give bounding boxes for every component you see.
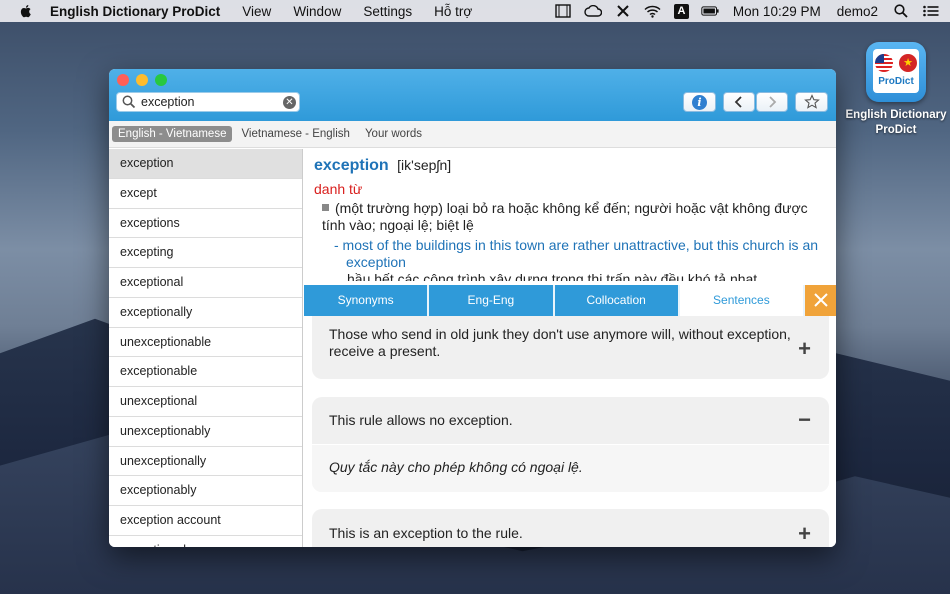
prodict-app-icon[interactable]: ★ ProDict: [866, 42, 926, 102]
list-item[interactable]: exceptionable: [109, 357, 302, 387]
toolbar: ✕ i: [109, 69, 836, 121]
word-list: exception except exceptions excepting ex…: [109, 149, 303, 547]
headword: exception: [314, 157, 389, 174]
chevron-right-icon: [769, 96, 777, 108]
user-name[interactable]: demo2: [837, 4, 878, 19]
detail-tabs: Synonyms Eng-Eng Collocation Sentences: [304, 285, 836, 316]
expand-icon[interactable]: +: [798, 336, 811, 362]
menu-bar: English Dictionary ProDict View Window S…: [0, 0, 950, 22]
definition-pane: exception [ik'sepʃn] danh từ (một trường…: [304, 149, 836, 285]
info-icon: i: [692, 94, 707, 110]
sentence-card[interactable]: This rule allows no exception. − Quy tắc…: [312, 397, 829, 492]
tab-english-vietnamese[interactable]: English - Vietnamese: [112, 126, 233, 142]
list-item[interactable]: except: [109, 179, 302, 209]
sentence-english: This is an exception to the rule.: [329, 525, 523, 541]
menu-view[interactable]: View: [242, 4, 271, 19]
bullet-icon: [322, 204, 329, 211]
star-icon: [803, 94, 820, 109]
back-button[interactable]: [723, 92, 755, 112]
tab-synonyms[interactable]: Synonyms: [304, 285, 430, 316]
menu-window[interactable]: Window: [293, 4, 341, 19]
sentence-card[interactable]: Those who send in old junk they don't us…: [312, 316, 829, 379]
clear-search-icon[interactable]: ✕: [283, 96, 296, 109]
tab-collocation[interactable]: Collocation: [555, 285, 680, 316]
part-of-speech: danh từ: [314, 181, 363, 197]
desktop-icon-label-line2: ProDict: [875, 124, 917, 136]
language-tabs: English - Vietnamese Vietnamese - Englis…: [109, 121, 836, 148]
spotlight-icon[interactable]: [892, 4, 910, 19]
tab-your-words[interactable]: Your words: [359, 126, 428, 142]
sentence-vietnamese: Quy tắc này cho phép không có ngoại lệ.: [312, 444, 829, 492]
list-item[interactable]: exception account: [109, 506, 302, 536]
list-item[interactable]: unexceptionably: [109, 417, 302, 447]
app-icon-badge: ProDict: [878, 76, 914, 87]
minimize-window-button[interactable]: [136, 74, 148, 86]
sentence-english: Those who send in old junk they don't us…: [329, 326, 791, 359]
menu-help[interactable]: Hỗ trợ: [434, 4, 472, 19]
menu-settings[interactable]: Settings: [363, 4, 412, 19]
tab-sentences[interactable]: Sentences: [679, 285, 805, 316]
dictionary-window: ✕ i English - Vietnamese Vietnamese - En…: [109, 69, 836, 547]
sentence-card[interactable]: This is an exception to the rule. +: [312, 509, 829, 547]
app-menu[interactable]: English Dictionary ProDict: [50, 4, 220, 19]
phonetic: [ik'sepʃn]: [397, 157, 452, 173]
sentences-panel: Those who send in old junk they don't us…: [304, 316, 836, 547]
list-item[interactable]: exception: [109, 149, 302, 179]
desktop-icon-label-line1: English Dictionary: [845, 109, 947, 121]
tools-icon[interactable]: [614, 4, 632, 19]
battery-icon[interactable]: [701, 4, 719, 19]
desktop-icon-label[interactable]: English Dictionary ProDict: [838, 108, 950, 138]
input-source-icon[interactable]: A: [673, 3, 689, 19]
list-item[interactable]: unexceptionally: [109, 447, 302, 477]
favorite-button[interactable]: [795, 92, 828, 112]
wifi-icon[interactable]: [644, 4, 662, 19]
chevron-left-icon: [734, 96, 742, 108]
search-input[interactable]: [141, 95, 281, 109]
tab-vietnamese-english[interactable]: Vietnamese - English: [235, 126, 355, 142]
list-item[interactable]: exceptions: [109, 209, 302, 239]
search-field[interactable]: ✕: [116, 92, 300, 112]
list-item[interactable]: excepting: [109, 238, 302, 268]
us-flag-icon: [875, 54, 893, 72]
meaning-text: (một trường hợp) loại bỏ ra hoặc không k…: [322, 200, 808, 233]
list-item[interactable]: exceptionably: [109, 476, 302, 506]
example-english: - most of the buildings in this town are…: [334, 237, 819, 270]
sentence-english: This rule allows no exception.: [329, 412, 513, 428]
zoom-window-button[interactable]: [155, 74, 167, 86]
example-vietnamese: hầu hết các công trình xây dựng trong th…: [347, 271, 758, 281]
expand-icon[interactable]: +: [798, 521, 811, 547]
notification-center-icon[interactable]: [922, 4, 940, 19]
apple-icon[interactable]: [18, 3, 34, 19]
creative-cloud-icon[interactable]: [584, 4, 602, 19]
close-window-button[interactable]: [117, 74, 129, 86]
vietnam-flag-icon: ★: [899, 54, 917, 72]
film-icon[interactable]: [554, 4, 572, 19]
info-button[interactable]: i: [683, 92, 716, 112]
list-item[interactable]: exceptionally: [109, 298, 302, 328]
close-panel-button[interactable]: [805, 285, 836, 316]
clock[interactable]: Mon 10:29 PM: [733, 4, 821, 19]
entry-header: exception [ik'sepʃn]: [314, 157, 826, 175]
list-item[interactable]: exception clause: [109, 536, 302, 547]
forward-button[interactable]: [756, 92, 788, 112]
meaning: (một trường hợp) loại bỏ ra hoặc không k…: [314, 200, 826, 234]
search-icon: [122, 95, 136, 109]
list-item[interactable]: unexceptional: [109, 387, 302, 417]
collapse-icon[interactable]: −: [798, 407, 811, 433]
close-icon: [813, 293, 828, 307]
tab-eng-eng[interactable]: Eng-Eng: [429, 285, 555, 316]
list-item[interactable]: unexceptionable: [109, 328, 302, 358]
list-item[interactable]: exceptional: [109, 268, 302, 298]
